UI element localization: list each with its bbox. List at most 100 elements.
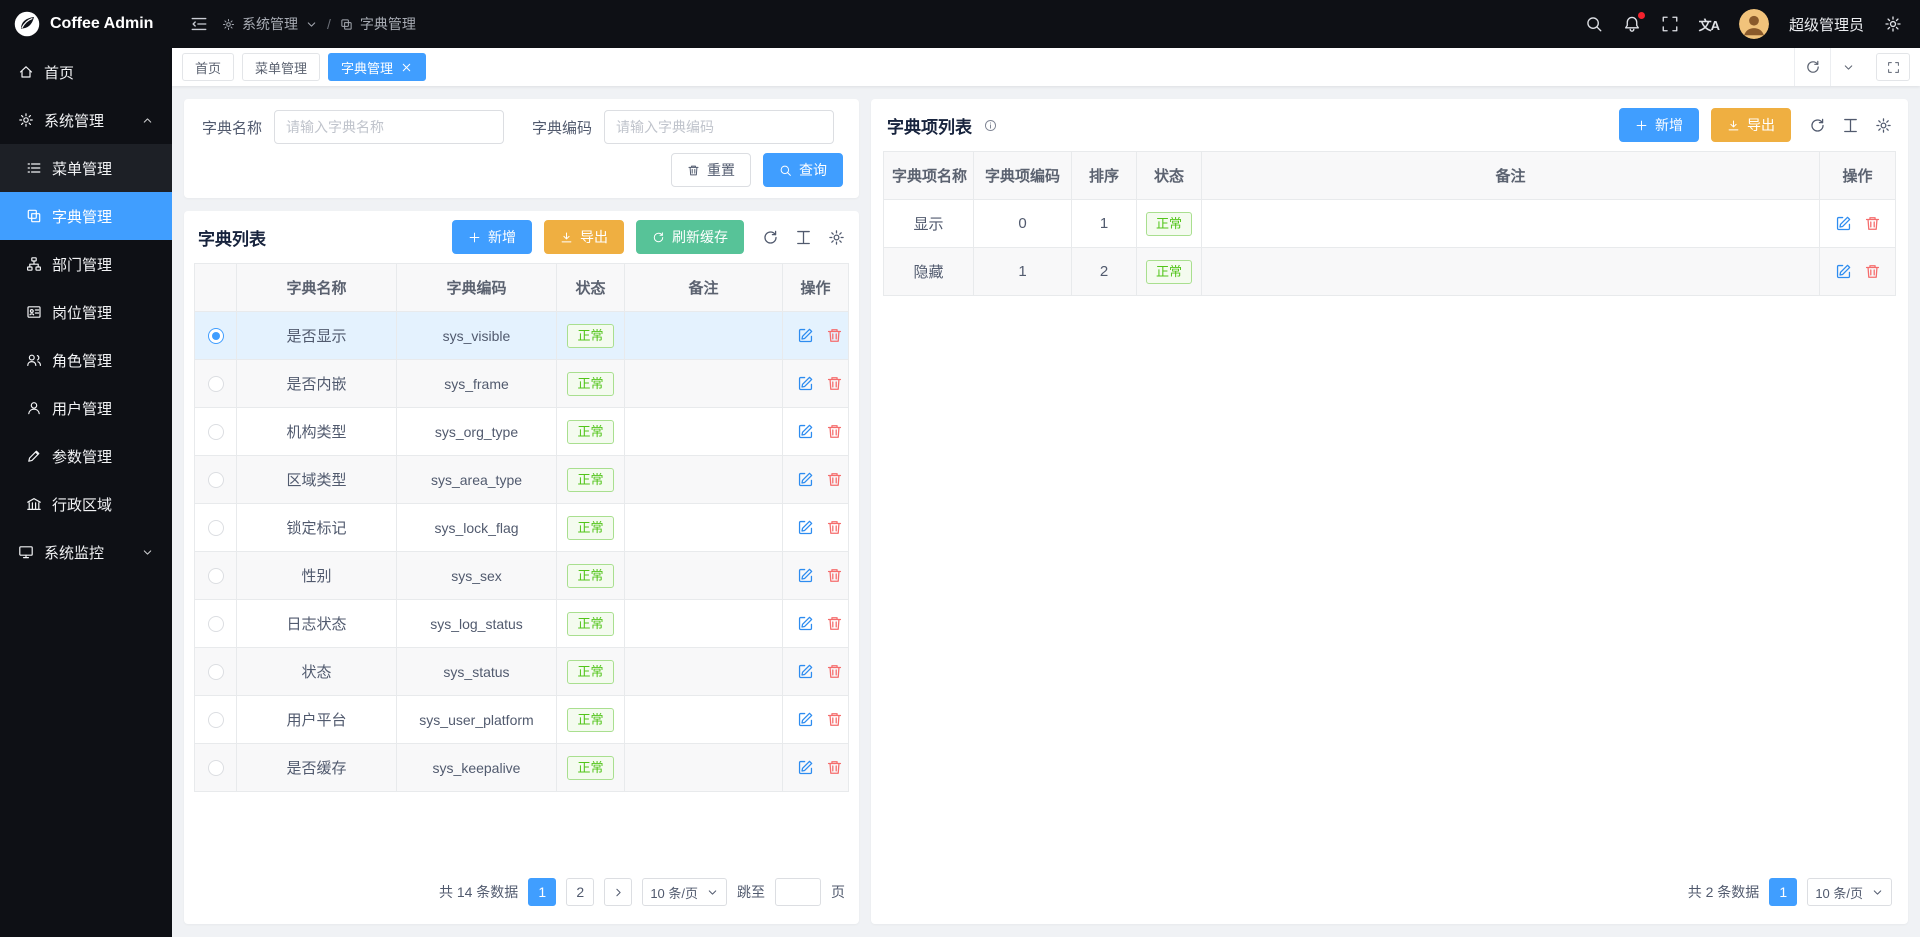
edit-icon[interactable] bbox=[797, 615, 814, 632]
tabs-more-button[interactable] bbox=[1830, 48, 1866, 86]
table-row[interactable]: 是否显示 sys_visible 正常 bbox=[195, 312, 849, 360]
tab-dict-mgmt[interactable]: 字典管理 bbox=[328, 53, 426, 81]
sidebar-item-home[interactable]: 首页 bbox=[0, 48, 172, 96]
row-radio[interactable] bbox=[208, 328, 224, 344]
delete-icon[interactable] bbox=[826, 375, 843, 392]
delete-icon[interactable] bbox=[826, 615, 843, 632]
edit-icon[interactable] bbox=[797, 519, 814, 536]
avatar[interactable] bbox=[1739, 9, 1769, 39]
page-button-1[interactable]: 1 bbox=[1769, 878, 1797, 906]
table-row[interactable]: 机构类型 sys_org_type 正常 bbox=[195, 408, 849, 456]
export-button[interactable]: 导出 bbox=[544, 220, 624, 254]
edit-icon[interactable] bbox=[797, 423, 814, 440]
row-radio[interactable] bbox=[208, 376, 224, 392]
delete-icon[interactable] bbox=[826, 759, 843, 776]
language-icon[interactable]: 文A bbox=[1699, 15, 1719, 34]
add-item-button[interactable]: 新增 bbox=[1619, 108, 1699, 142]
breadcrumb-item-system[interactable]: 系统管理 bbox=[242, 14, 298, 34]
edit-icon[interactable] bbox=[797, 711, 814, 728]
row-radio[interactable] bbox=[208, 760, 224, 776]
tabs-refresh-button[interactable] bbox=[1794, 48, 1830, 86]
row-radio[interactable] bbox=[208, 712, 224, 728]
table-row[interactable]: 隐藏 1 2 正常 bbox=[884, 248, 1896, 296]
sidebar-item-region-mgmt[interactable]: 行政区域 bbox=[0, 480, 172, 528]
id-badge-icon bbox=[26, 304, 42, 320]
breadcrumb-item-dict[interactable]: 字典管理 bbox=[360, 14, 416, 34]
table-row[interactable]: 状态 sys_status 正常 bbox=[195, 648, 849, 696]
sidebar-item-dict-mgmt[interactable]: 字典管理 bbox=[0, 192, 172, 240]
close-icon[interactable] bbox=[400, 61, 413, 74]
query-button[interactable]: 查询 bbox=[763, 153, 843, 187]
row-radio[interactable] bbox=[208, 616, 224, 632]
remark-cell bbox=[625, 648, 783, 696]
delete-icon[interactable] bbox=[826, 663, 843, 680]
sidebar-item-user-mgmt[interactable]: 用户管理 bbox=[0, 384, 172, 432]
column-settings-gear-icon[interactable] bbox=[1875, 117, 1892, 134]
page-size-select[interactable]: 10 条/页 bbox=[1807, 878, 1892, 906]
page-button-2[interactable]: 2 bbox=[566, 878, 594, 906]
delete-icon[interactable] bbox=[826, 711, 843, 728]
settings-gear-icon[interactable] bbox=[1884, 15, 1902, 33]
table-row[interactable]: 锁定标记 sys_lock_flag 正常 bbox=[195, 504, 849, 552]
page-size-select[interactable]: 10 条/页 bbox=[642, 878, 727, 906]
edit-icon[interactable] bbox=[797, 375, 814, 392]
username-label[interactable]: 超级管理员 bbox=[1789, 14, 1864, 35]
tab-home[interactable]: 首页 bbox=[182, 53, 234, 81]
notification-dot bbox=[1638, 12, 1645, 19]
edit-icon[interactable] bbox=[1835, 215, 1852, 232]
sidebar-item-post-mgmt[interactable]: 岗位管理 bbox=[0, 288, 172, 336]
jump-page-input[interactable] bbox=[775, 878, 821, 906]
table-row[interactable]: 区域类型 sys_area_type 正常 bbox=[195, 456, 849, 504]
delete-icon[interactable] bbox=[1864, 263, 1881, 280]
edit-icon[interactable] bbox=[1835, 263, 1852, 280]
delete-icon[interactable] bbox=[826, 471, 843, 488]
row-height-icon[interactable] bbox=[795, 229, 812, 246]
search-icon[interactable] bbox=[1585, 15, 1603, 33]
export-items-button[interactable]: 导出 bbox=[1711, 108, 1791, 142]
refresh-icon[interactable] bbox=[762, 229, 779, 246]
table-row[interactable]: 是否内嵌 sys_frame 正常 bbox=[195, 360, 849, 408]
table-row[interactable]: 性别 sys_sex 正常 bbox=[195, 552, 849, 600]
row-radio[interactable] bbox=[208, 568, 224, 584]
page-button-1[interactable]: 1 bbox=[528, 878, 556, 906]
edit-icon[interactable] bbox=[797, 327, 814, 344]
sidebar-item-dept-mgmt[interactable]: 部门管理 bbox=[0, 240, 172, 288]
sidebar-collapse-icon[interactable] bbox=[190, 15, 208, 33]
sidebar-item-system[interactable]: 系统管理 bbox=[0, 96, 172, 144]
edit-icon[interactable] bbox=[797, 567, 814, 584]
notifications-button[interactable] bbox=[1623, 15, 1641, 33]
sidebar-item-role-mgmt[interactable]: 角色管理 bbox=[0, 336, 172, 384]
dict-code-input[interactable] bbox=[604, 110, 834, 144]
refresh-icon[interactable] bbox=[1809, 117, 1826, 134]
edit-icon[interactable] bbox=[797, 471, 814, 488]
table-row[interactable]: 日志状态 sys_log_status 正常 bbox=[195, 600, 849, 648]
reset-button[interactable]: 重置 bbox=[671, 153, 751, 187]
edit-icon[interactable] bbox=[797, 663, 814, 680]
delete-icon[interactable] bbox=[826, 327, 843, 344]
delete-icon[interactable] bbox=[826, 519, 843, 536]
delete-icon[interactable] bbox=[826, 423, 843, 440]
row-radio[interactable] bbox=[208, 664, 224, 680]
fullscreen-icon[interactable] bbox=[1661, 15, 1679, 33]
row-radio[interactable] bbox=[208, 424, 224, 440]
table-row[interactable]: 用户平台 sys_user_platform 正常 bbox=[195, 696, 849, 744]
column-settings-gear-icon[interactable] bbox=[828, 229, 845, 246]
edit-icon[interactable] bbox=[797, 759, 814, 776]
dict-name-input[interactable] bbox=[274, 110, 504, 144]
remark-cell bbox=[625, 744, 783, 792]
row-radio[interactable] bbox=[208, 520, 224, 536]
sidebar-item-monitor[interactable]: 系统监控 bbox=[0, 528, 172, 576]
refresh-cache-button[interactable]: 刷新缓存 bbox=[636, 220, 744, 254]
row-radio[interactable] bbox=[208, 472, 224, 488]
table-row[interactable]: 是否缓存 sys_keepalive 正常 bbox=[195, 744, 849, 792]
delete-icon[interactable] bbox=[826, 567, 843, 584]
delete-icon[interactable] bbox=[1864, 215, 1881, 232]
tab-menu-mgmt[interactable]: 菜单管理 bbox=[242, 53, 320, 81]
sidebar-item-param-mgmt[interactable]: 参数管理 bbox=[0, 432, 172, 480]
content-fullscreen-button[interactable] bbox=[1876, 53, 1910, 81]
add-button[interactable]: 新增 bbox=[452, 220, 532, 254]
sidebar-item-menu-mgmt[interactable]: 菜单管理 bbox=[0, 144, 172, 192]
next-page-button[interactable] bbox=[604, 878, 632, 906]
row-height-icon[interactable] bbox=[1842, 117, 1859, 134]
table-row[interactable]: 显示 0 1 正常 bbox=[884, 200, 1896, 248]
